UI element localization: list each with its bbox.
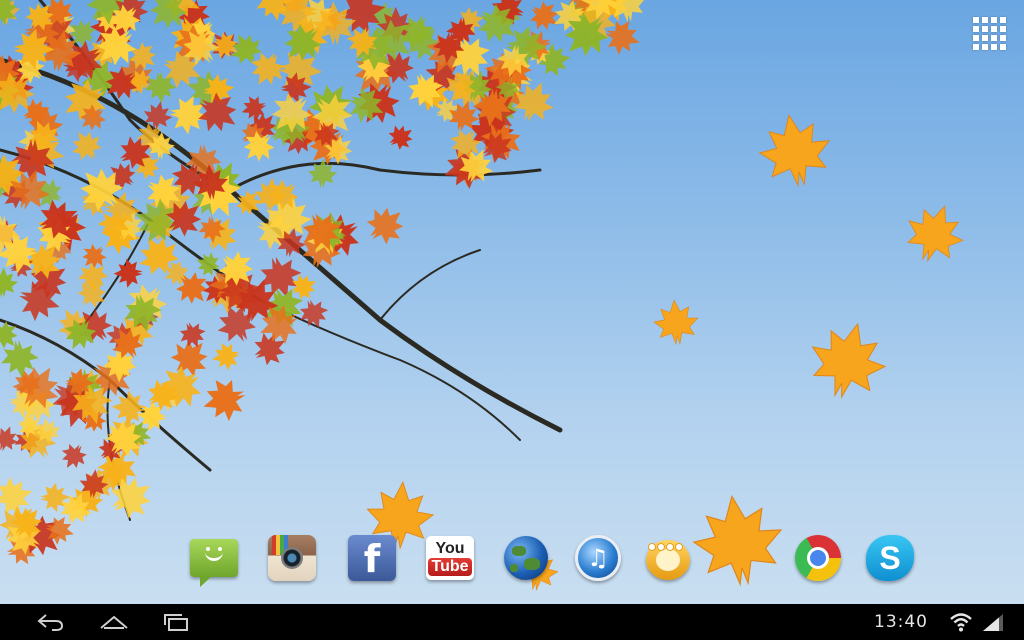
youtube-you-text: You: [435, 539, 465, 557]
home-icon[interactable]: [98, 610, 130, 634]
system-navigation-bar: 13:40: [0, 604, 1024, 640]
youtube-icon[interactable]: You Tube: [424, 532, 476, 584]
skype-icon[interactable]: S: [864, 532, 916, 584]
instagram-icon[interactable]: [266, 532, 318, 584]
cell-signal-icon: [983, 614, 1003, 631]
favorites-dock: f You Tube ♫ S: [0, 528, 1024, 588]
autumn-tree-illustration: [0, 0, 973, 594]
messaging-icon[interactable]: [188, 532, 240, 587]
music-glyph: ♫: [575, 535, 621, 581]
app-drawer-grid-icon[interactable]: [970, 14, 1006, 50]
video-player-icon[interactable]: [642, 532, 694, 584]
recent-apps-icon[interactable]: [160, 610, 192, 634]
facebook-icon[interactable]: f: [346, 532, 398, 584]
status-clock: 13:40: [874, 612, 928, 632]
chrome-icon[interactable]: [792, 532, 844, 584]
live-wallpaper: [0, 0, 1024, 604]
youtube-tube-text: Tube: [428, 557, 472, 576]
skype-glyph: S: [866, 535, 914, 581]
facebook-glyph: f: [348, 535, 396, 581]
wifi-icon: [950, 613, 972, 632]
back-icon[interactable]: [34, 610, 66, 634]
browser-globe-icon[interactable]: [500, 532, 552, 584]
music-icon[interactable]: ♫: [572, 532, 624, 584]
